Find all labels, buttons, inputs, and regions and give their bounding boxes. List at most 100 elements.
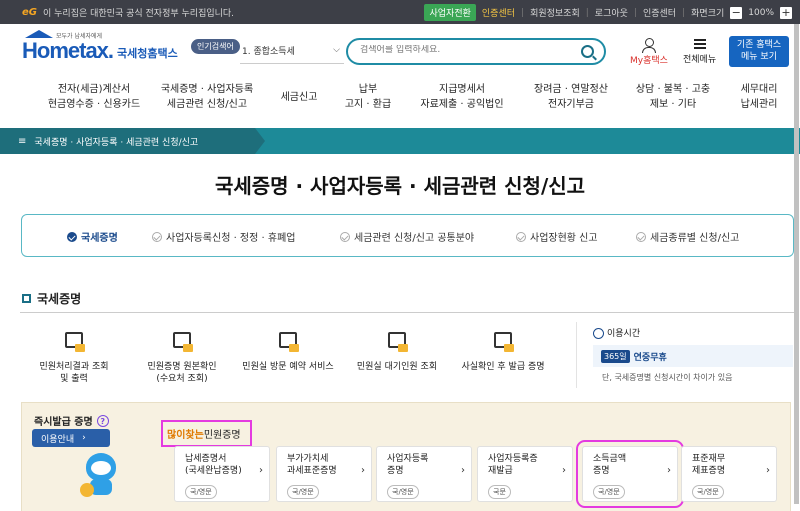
divider: | [633, 7, 637, 18]
logo-roof-icon [25, 30, 53, 38]
usage-guide-button[interactable]: 이용안내 › [32, 429, 110, 447]
all-menu-label: 전체메뉴 [683, 55, 717, 65]
nav-item-line1: 납부 [358, 84, 378, 95]
search-input[interactable] [360, 45, 560, 55]
check-circle-icon [636, 231, 646, 242]
card-label-line1: 부가가치세 [287, 454, 329, 464]
nav-item-line1: 전자(세금)계산서 [57, 84, 131, 95]
nav-item-consulting[interactable]: 상담 · 불복 · 고충 제보 · 기타 [630, 82, 716, 112]
card-label-line1: 사업자등록 [387, 454, 429, 464]
tab-business-status[interactable]: 사업장현황 신고 [516, 229, 598, 244]
service-label-line2: (수요처 조회) [156, 374, 208, 384]
check-circle-icon [516, 231, 526, 242]
popular-search-label: 인기검색어 [191, 39, 240, 54]
vertical-divider [576, 322, 577, 388]
section-title-text: 국세증명 [37, 292, 82, 306]
service-label-line1: 민원증명 원본확인 [147, 362, 217, 372]
legacy-menu-button[interactable]: 기존 홈택스 메뉴 보기 [729, 36, 789, 67]
nav-item-e-invoice[interactable]: 전자(세금)계산서 현금영수증 · 신용카드 [34, 82, 154, 112]
help-icon[interactable]: ? [96, 414, 109, 427]
language-chip: 국/영문 [387, 485, 419, 499]
service-visit-reservation[interactable]: 민원실 방문 예약 서비스 [233, 330, 343, 373]
card-label-line2: (국세완납증명) [185, 466, 242, 476]
service-result-lookup[interactable]: 민원처리결과 조회 및 출력 [19, 330, 129, 385]
all-menu-button[interactable]: 전체메뉴 [683, 38, 716, 65]
nav-item-payment-statement[interactable]: 지급명세서 자료제출 · 공익법인 [412, 82, 512, 112]
nav-item-line1: 상담 · 불복 · 고충 [635, 84, 711, 95]
use-time-title-text: 이용시간 [607, 329, 641, 339]
search-icon[interactable] [581, 45, 594, 58]
tab-certificate[interactable]: 국세증명 [67, 229, 118, 244]
cert-center-link-2[interactable]: 인증센터 [643, 6, 676, 19]
zoom-out-button[interactable]: − [730, 6, 743, 19]
nav-item-tax-filing[interactable]: 세금신고 [272, 90, 326, 105]
service-label-line1: 사실확인 후 발급 증명 [461, 362, 545, 372]
days-badge: 365일 [601, 349, 630, 363]
nav-item-line1: 국세증명 · 사업자등록 [160, 84, 254, 95]
card-financial-statement-cert[interactable]: 표준재무 제표증명 › 국/영문 [681, 446, 777, 502]
popular-hot-text: 많이찾는 [167, 430, 204, 441]
nav-item-certificate[interactable]: 국세증명 · 사업자등록 세금관련 신청/신고 [152, 82, 262, 112]
cert-center-link[interactable]: 인증센터 [482, 6, 515, 19]
card-income-amount-cert[interactable]: 소득금액 증명 › 국/영문 [576, 440, 684, 508]
page-scrollbar[interactable] [794, 24, 799, 504]
hometax-logo[interactable]: 모두가 납세자에게 Hometax. 국세청홈택스 [22, 30, 178, 64]
use-time-value: 연중무휴 [633, 352, 667, 363]
nav-item-line1: 지급명세서 [439, 84, 485, 95]
user-icon [641, 38, 656, 53]
instant-issue-title-text: 즉시발급 증명 [34, 417, 93, 428]
service-fact-check-issue[interactable]: 사실확인 후 발급 증명 [448, 330, 558, 373]
page-title: 국세증명 · 사업자등록 · 세금관련 신청/신고 [214, 174, 586, 198]
business-switch-link[interactable]: 사업자전환 [424, 4, 476, 21]
popular-search-select[interactable]: 1. 종합소득세 ⌵ [240, 38, 344, 64]
tab-tax-type[interactable]: 세금종류별 신청/신고 [636, 229, 739, 244]
category-tabs: 국세증명 사업자등록신청 · 정정 · 휴폐업 세금관련 신청/신고 공통분야 … [21, 214, 794, 257]
check-circle-icon [67, 231, 77, 242]
breadcrumb[interactable]: ≡ 국세증명 · 사업자등록 · 세금관련 신청/신고 [18, 128, 198, 154]
nav-item-year-end[interactable]: 장려금 · 연말정산 전자기부금 [526, 82, 616, 112]
square-bullet-icon [22, 294, 31, 303]
card-label-line2: 증명 [593, 466, 610, 476]
member-info-link[interactable]: 회원정보조회 [530, 6, 580, 19]
card-label-line1: 납세증명서 [185, 454, 227, 464]
check-circle-icon [152, 231, 162, 242]
zoom-in-button[interactable]: + [780, 6, 792, 19]
nav-item-line1: 세금신고 [280, 92, 318, 103]
chevron-down-icon: ⌵ [333, 45, 340, 55]
divider: | [521, 7, 525, 18]
service-waiting-count[interactable]: 민원실 대기인원 조회 [342, 330, 452, 373]
nav-item-payment[interactable]: 납부 고지 · 환급 [334, 82, 402, 112]
chevron-right-icon: › [766, 465, 770, 476]
gov-notice-text: 이 누리집은 대한민국 공식 전자정부 누리집입니다. [43, 9, 235, 19]
nav-item-line2: 납세관리 [740, 99, 778, 110]
breadcrumb-bar: ≡ 국세증명 · 사업자등록 · 세금관련 신청/신고 [0, 128, 800, 154]
chevron-right-icon: › [82, 433, 86, 443]
certificate-icon [492, 330, 514, 352]
header: 모두가 납세자에게 Hometax. 국세청홈택스 인기검색어 1. 종합소득세… [0, 24, 800, 76]
divider: | [682, 7, 686, 18]
nav-item-tax-agent[interactable]: 세무대리 납세관리 [732, 82, 786, 112]
use-time-note: 단, 국세증명별 신청시간이 차이가 있음 [602, 373, 733, 382]
tab-business-registration[interactable]: 사업자등록신청 · 정정 · 휴폐업 [152, 229, 295, 244]
card-business-reg-cert[interactable]: 사업자등록 증명 › 국/영문 [376, 446, 472, 502]
logo-tagline: 모두가 납세자에게 [56, 33, 103, 40]
language-chip: 국/영문 [692, 485, 724, 499]
gov-utility-links: 사업자전환 인증센터 | 회원정보조회 | 로그아웃 | 인증센터 | 화면크기… [424, 4, 792, 21]
popular-rest-text: 민원증명 [203, 430, 241, 441]
card-vat-base-cert[interactable]: 부가가치세 과세표준증명 › 국/영문 [276, 446, 372, 502]
card-tax-payment-cert[interactable]: 납세증명서 (국세완납증명) › 국/영문 [174, 446, 270, 502]
document-check-icon [171, 330, 193, 352]
service-original-verify[interactable]: 민원증명 원본확인 (수요처 조회) [127, 330, 237, 385]
main-nav: 전자(세금)계산서 현금영수증 · 신용카드 국세증명 · 사업자등록 세금관련… [0, 82, 800, 122]
logout-link[interactable]: 로그아웃 [595, 6, 628, 19]
tab-label: 사업장현황 신고 [530, 233, 598, 244]
breadcrumb-text: 국세증명 · 사업자등록 · 세금관련 신청/신고 [34, 137, 199, 148]
zoom-level: 100% [748, 7, 774, 18]
mascot-illustration [80, 453, 122, 501]
tab-label: 사업자등록신청 · 정정 · 휴폐업 [166, 233, 296, 244]
my-hometax-button[interactable]: My홈택스 [630, 38, 668, 66]
tab-common-filing[interactable]: 세금관련 신청/신고 공통분야 [340, 229, 474, 244]
hamburger-icon [693, 39, 706, 49]
card-business-reg-reissue[interactable]: 사업자등록증 재발급 › 국문 [477, 446, 573, 502]
card-label-line2: 제표증명 [692, 466, 726, 476]
